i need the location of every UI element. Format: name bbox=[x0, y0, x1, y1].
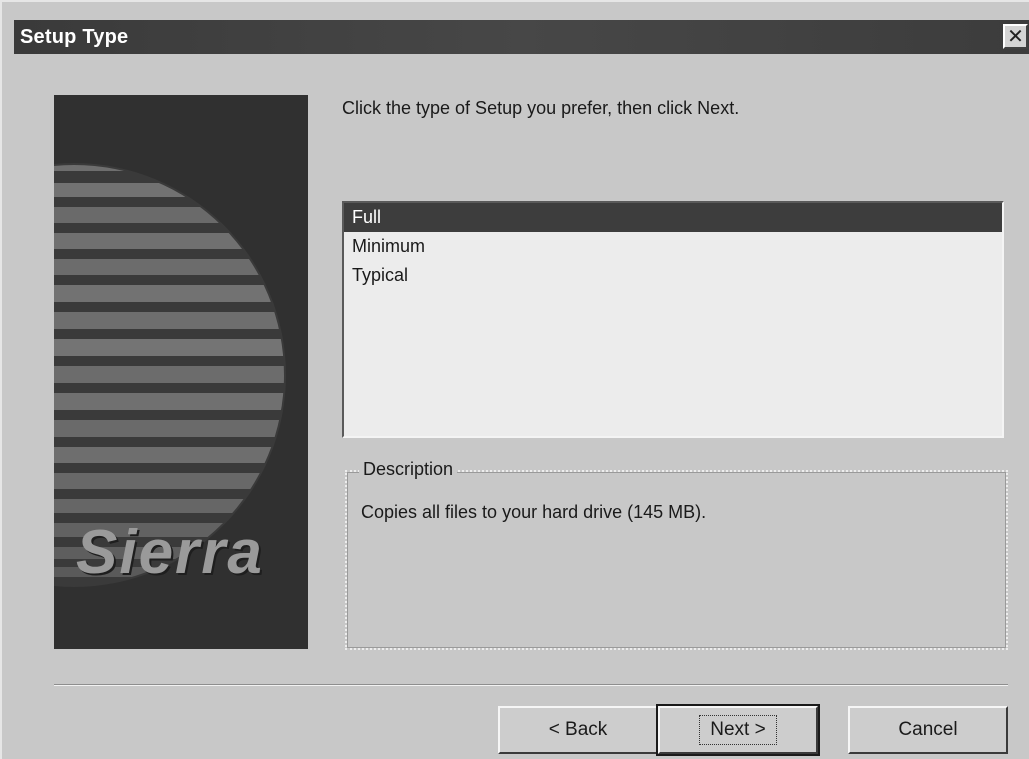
cancel-button-label: Cancel bbox=[898, 719, 958, 740]
setup-type-dialog: Setup Type ✕ Sierra Click the type of Se… bbox=[0, 0, 1029, 759]
sierra-logo-text: Sierra bbox=[76, 518, 264, 587]
close-button[interactable]: ✕ bbox=[1003, 24, 1028, 49]
instruction-text: Click the type of Setup you prefer, then… bbox=[342, 98, 740, 118]
cancel-button[interactable]: Cancel bbox=[848, 706, 1008, 754]
sierra-banner-image: Sierra bbox=[54, 95, 308, 649]
list-item-typical[interactable]: Typical bbox=[344, 261, 1002, 290]
description-group: Description Copies all files to your har… bbox=[345, 459, 1008, 650]
back-button[interactable]: < Back bbox=[498, 706, 658, 754]
window-title: Setup Type bbox=[20, 26, 129, 48]
setup-type-list[interactable]: Full Minimum Typical bbox=[342, 201, 1004, 438]
list-item-full[interactable]: Full bbox=[344, 203, 1002, 232]
button-separator bbox=[54, 684, 1008, 686]
list-item-minimum[interactable]: Minimum bbox=[344, 232, 1002, 261]
description-text: Copies all files to your hard drive (145… bbox=[361, 502, 707, 522]
close-icon: ✕ bbox=[1007, 25, 1024, 48]
next-button-label: Next > bbox=[699, 715, 777, 745]
title-bar[interactable]: Setup Type ✕ bbox=[14, 20, 1029, 54]
description-legend: Description bbox=[359, 459, 458, 480]
back-button-label: < Back bbox=[548, 719, 608, 740]
next-button[interactable]: Next > bbox=[656, 704, 820, 756]
